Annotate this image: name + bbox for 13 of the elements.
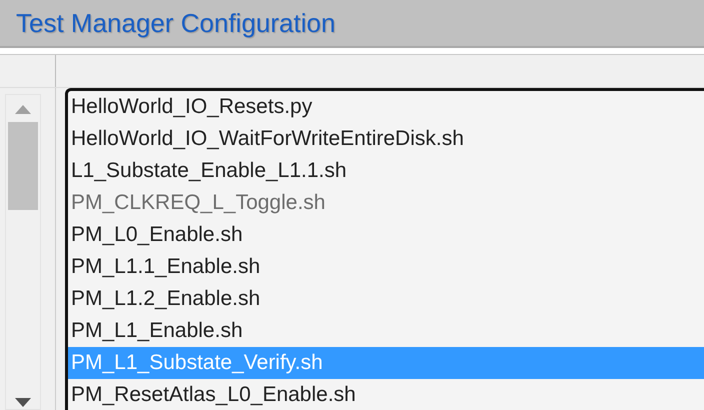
script-item[interactable]: PM_L1_Enable.sh [68, 315, 704, 347]
script-item[interactable]: L1_Substate_Enable_L1.1.sh [68, 155, 704, 187]
scroll-down-icon[interactable] [15, 398, 31, 407]
scrollbar[interactable] [5, 94, 41, 410]
scroll-thumb[interactable] [8, 122, 38, 210]
script-item[interactable]: PM_ResetAtlas_L0_Enable.sh [68, 379, 704, 410]
window-title: Test Manager Configuration [16, 6, 336, 40]
scroll-up-icon[interactable] [15, 105, 31, 114]
script-item[interactable]: HelloWorld_IO_WaitForWriteEntireDisk.sh [68, 123, 704, 155]
script-item[interactable]: PM_L0_Enable.sh [68, 219, 704, 251]
script-item[interactable]: PM_L1.1_Enable.sh [68, 251, 704, 283]
script-item[interactable]: PM_L1.2_Enable.sh [68, 283, 704, 315]
script-item[interactable]: HelloWorld_IO_Resets.py [68, 91, 704, 123]
